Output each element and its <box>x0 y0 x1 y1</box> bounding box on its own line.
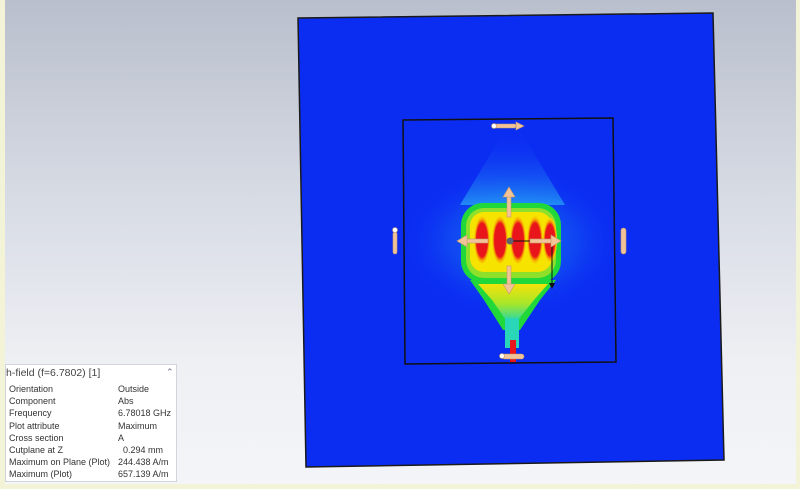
property-value: 0.294 mm <box>118 445 164 456</box>
property-key: Maximum on Plane (Plot) <box>9 457 111 468</box>
property-key: Maximum (Plot) <box>9 469 73 480</box>
property-value: Outside <box>118 384 150 394</box>
arrow-left-edge <box>392 227 398 255</box>
property-key: Cross section <box>9 432 64 443</box>
property-value: 6.78018 GHz <box>118 408 172 419</box>
property-key: Plot attribute <box>9 420 60 431</box>
panel-title: h-field (f=6.7802) [1] <box>6 367 101 379</box>
property-key: Orientation <box>9 384 54 394</box>
property-value: Maximum <box>118 420 158 431</box>
property-row: Maximum on Plane (Plot) 244.438 A/m <box>9 456 171 468</box>
property-value: 657.139 A/m <box>118 469 169 480</box>
property-row: Maximum (Plot) 657.139 A/m <box>9 468 171 480</box>
property-key: Cutplane at Z <box>9 445 64 456</box>
property-row: Plot attribute Maximum <box>9 420 171 432</box>
properties-table: Orientation Outside Component Abs Frequency 6… <box>9 383 171 481</box>
property-row: Component Abs <box>9 395 171 407</box>
property-key: Frequency <box>9 408 52 419</box>
arrow-bottom <box>499 353 525 360</box>
property-value: 244.438 A/m <box>118 457 169 468</box>
field-info-panel: h-field (f=6.7802) [1] ⌃ Orientation Outs… <box>5 364 177 482</box>
property-row: Orientation Outside <box>9 383 171 395</box>
property-key: Component <box>9 396 56 407</box>
property-value: A <box>118 432 125 443</box>
property-row: Cutplane at Z 0.294 mm <box>9 444 171 456</box>
arrow-right-edge <box>620 227 627 255</box>
property-value: Abs <box>118 396 134 407</box>
chevron-up-icon[interactable]: ⌃ <box>166 367 174 378</box>
property-row: Cross section A <box>9 432 171 444</box>
property-row: Frequency 6.78018 GHz <box>9 407 171 419</box>
